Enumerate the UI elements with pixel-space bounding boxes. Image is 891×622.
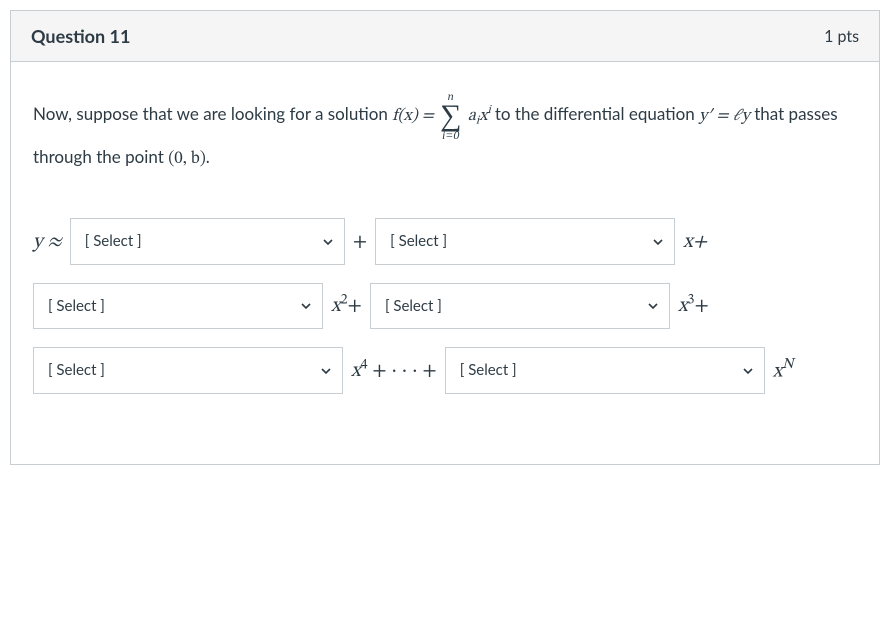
label-plus: + xyxy=(353,223,367,261)
question-header: Question 11 1 pts xyxy=(11,11,879,62)
select-a4-value: [ Select ] xyxy=(48,356,105,385)
chevron-down-icon xyxy=(647,300,659,312)
label-x4-dots: x4 + · · · + xyxy=(351,352,437,390)
select-aN[interactable]: [ Select ] xyxy=(445,347,765,394)
chunk-a4: [ Select ] x4 + · · · + xyxy=(33,347,437,394)
select-a3[interactable]: [ Select ] xyxy=(370,283,670,330)
select-a4[interactable]: [ Select ] xyxy=(33,347,343,394)
prompt-text-1: Now, suppose that we are looking for a s… xyxy=(33,103,392,124)
question-title: Question 11 xyxy=(31,25,130,47)
sum-lower: i=0 xyxy=(440,129,461,141)
question-body: Now, suppose that we are looking for a s… xyxy=(11,62,879,464)
chunk-a3: [ Select ] x3+ xyxy=(370,283,709,330)
chunk-a1: [ Select ] x+ xyxy=(375,218,707,265)
chunk-aN: [ Select ] xN xyxy=(445,347,794,394)
math-ode: y′ = ℓy xyxy=(699,108,750,125)
math-summation: n ∑ i=0 xyxy=(440,90,461,141)
label-x3-plus: x3+ xyxy=(678,287,709,325)
select-a2[interactable]: [ Select ] xyxy=(33,283,323,330)
label-y-approx: y ≈ xyxy=(33,232,62,252)
chevron-down-icon xyxy=(742,365,754,377)
prompt-text-2: to the differential equation xyxy=(495,103,699,124)
question-card: Question 11 1 pts Now, suppose that we a… xyxy=(10,10,880,465)
sum-sigma: ∑ xyxy=(440,102,461,129)
label-x2-plus: x2+ xyxy=(331,287,362,325)
prompt-text-4: . xyxy=(206,146,210,167)
chevron-down-icon xyxy=(322,236,334,248)
answer-area: y ≈ [ Select ] + [ Select ] x+ xyxy=(33,218,857,394)
sum-body: aixi xyxy=(468,108,495,125)
select-aN-value: [ Select ] xyxy=(460,356,517,385)
question-prompt: Now, suppose that we are looking for a s… xyxy=(33,90,857,176)
select-a3-value: [ Select ] xyxy=(385,292,442,321)
select-a1-value: [ Select ] xyxy=(390,227,447,256)
select-a2-value: [ Select ] xyxy=(48,292,105,321)
select-a0[interactable]: [ Select ] xyxy=(70,218,345,265)
chevron-down-icon xyxy=(320,365,332,377)
math-point: (0, b) xyxy=(168,151,206,168)
select-a0-value: [ Select ] xyxy=(85,227,142,256)
chevron-down-icon xyxy=(300,300,312,312)
select-a1[interactable]: [ Select ] xyxy=(375,218,675,265)
label-x-plus: x+ xyxy=(683,223,707,261)
label-xN: xN xyxy=(773,351,794,390)
math-fx: f(x) = xyxy=(392,108,438,125)
chunk-a2: [ Select ] x2+ xyxy=(33,283,362,330)
chevron-down-icon xyxy=(652,236,664,248)
question-points: 1 pts xyxy=(824,27,859,46)
chunk-a0: y ≈ [ Select ] + xyxy=(33,218,367,265)
